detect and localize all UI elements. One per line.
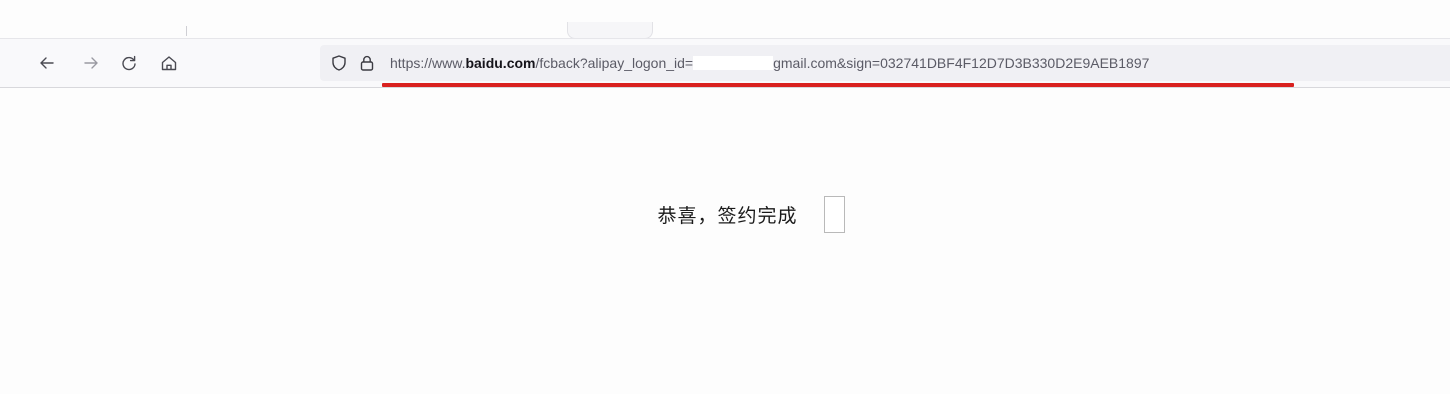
forward-arrow-icon [84,57,98,69]
url-path-start: /fcback?alipay_logon_id= [535,55,694,71]
reload-icon [122,55,136,71]
browser-window: https://www.baidu.com/fcback?alipay_logo… [0,0,1450,394]
url-domain: baidu.com [465,55,536,71]
back-button[interactable] [34,50,60,76]
tab-separator [186,26,187,36]
url-path-end: gmail.com&sign=032741DBF4F12D7D3B330D2E9… [773,55,1150,71]
home-button[interactable] [156,50,182,76]
url-prefix: https://www. [390,55,466,71]
url-highlight-underline [382,83,1294,87]
reload-button[interactable] [116,50,142,76]
home-icon [161,56,177,71]
tab-stub[interactable] [567,22,653,39]
tab-strip [0,0,1450,39]
lock-icon [360,55,374,71]
success-message: 恭喜，签约完成 [657,205,798,227]
content-area: 恭喜，签约完成 [0,196,1450,233]
navigation-toolbar: https://www.baidu.com/fcback?alipay_logo… [0,38,1450,88]
tracking-protection-button[interactable] [330,54,348,72]
address-bar[interactable]: https://www.baidu.com/fcback?alipay_logo… [320,45,1450,81]
shield-icon [332,55,346,71]
missing-glyph-box [823,196,845,233]
back-arrow-icon [40,57,54,69]
site-security-button[interactable] [358,54,376,72]
forward-button[interactable] [78,50,104,76]
redacted-region [693,56,774,70]
url-text[interactable]: https://www.baidu.com/fcback?alipay_logo… [390,54,1149,72]
